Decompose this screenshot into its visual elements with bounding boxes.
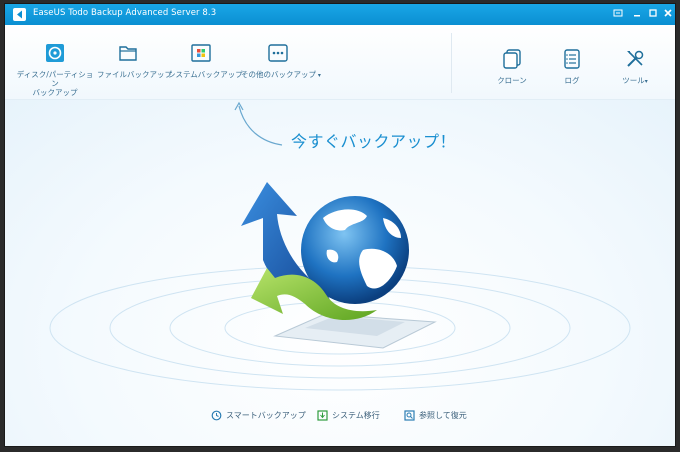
dropdown-arrow-icon: ▾ [316, 72, 321, 79]
app-window: EaseUS Todo Backup Advanced Server 8.3 デ… [5, 4, 675, 446]
system-backup-label: システムバックアップ [168, 70, 243, 79]
log-icon [564, 49, 580, 69]
clone-label: クローン [497, 76, 527, 85]
disk-backup-icon [46, 44, 64, 62]
file-backup-button[interactable]: ファイルバックアップ [97, 42, 172, 79]
other-backup-button[interactable]: その他のバックアップ ▾ [241, 42, 321, 80]
window-title: EaseUS Todo Backup Advanced Server 8.3 [33, 8, 217, 18]
log-label: ログ [564, 76, 580, 85]
disk-partition-backup-label: ディスク/パーティション バックアップ [16, 70, 94, 97]
toolbar: ディスク/パーティション バックアップ ファイルバックアップ システムバックアッ… [5, 25, 675, 100]
file-backup-label: ファイルバックアップ [97, 70, 172, 79]
clone-icon [503, 49, 521, 69]
clone-button[interactable]: クローン [492, 48, 532, 85]
maximize-button[interactable] [647, 8, 659, 20]
system-migration-label: システム移行 [332, 411, 380, 420]
log-button[interactable]: ログ [554, 48, 590, 85]
easeus-logo-icon [13, 8, 26, 21]
title-bar: EaseUS Todo Backup Advanced Server 8.3 [5, 4, 675, 25]
browse-restore-label: 参照して復元 [419, 411, 467, 420]
tools-button[interactable]: ツール▾ [614, 48, 656, 86]
more-icon [268, 44, 288, 62]
smart-backup-button[interactable]: スマートバックアップ [211, 410, 306, 421]
tools-icon [627, 50, 644, 67]
browse-restore-button[interactable]: 参照して復元 [404, 410, 467, 421]
feedback-icon[interactable] [612, 8, 624, 20]
tools-label: ツール [622, 76, 645, 85]
smart-backup-label: スマートバックアップ [226, 411, 306, 420]
dropdown-arrow-icon: ▾ [644, 78, 648, 85]
system-migration-button[interactable]: システム移行 [317, 410, 380, 421]
windows-icon [191, 44, 211, 62]
disk-partition-backup-button[interactable]: ディスク/パーティション バックアップ [15, 42, 95, 97]
minimize-button[interactable] [631, 8, 643, 20]
browse-restore-icon [404, 410, 415, 421]
other-backup-label: その他のバックアップ [241, 70, 316, 79]
system-backup-button[interactable]: システムバックアップ [168, 42, 243, 79]
toolbar-separator [451, 33, 452, 93]
main-area: 今すぐバックアップ！ スマートバックアップ システム移行 参照して復元 [5, 100, 675, 446]
system-migration-icon [317, 410, 328, 421]
close-button[interactable] [662, 8, 674, 20]
folder-icon [119, 46, 137, 61]
backup-globe-illustration [49, 182, 631, 391]
smart-backup-icon [211, 410, 222, 421]
